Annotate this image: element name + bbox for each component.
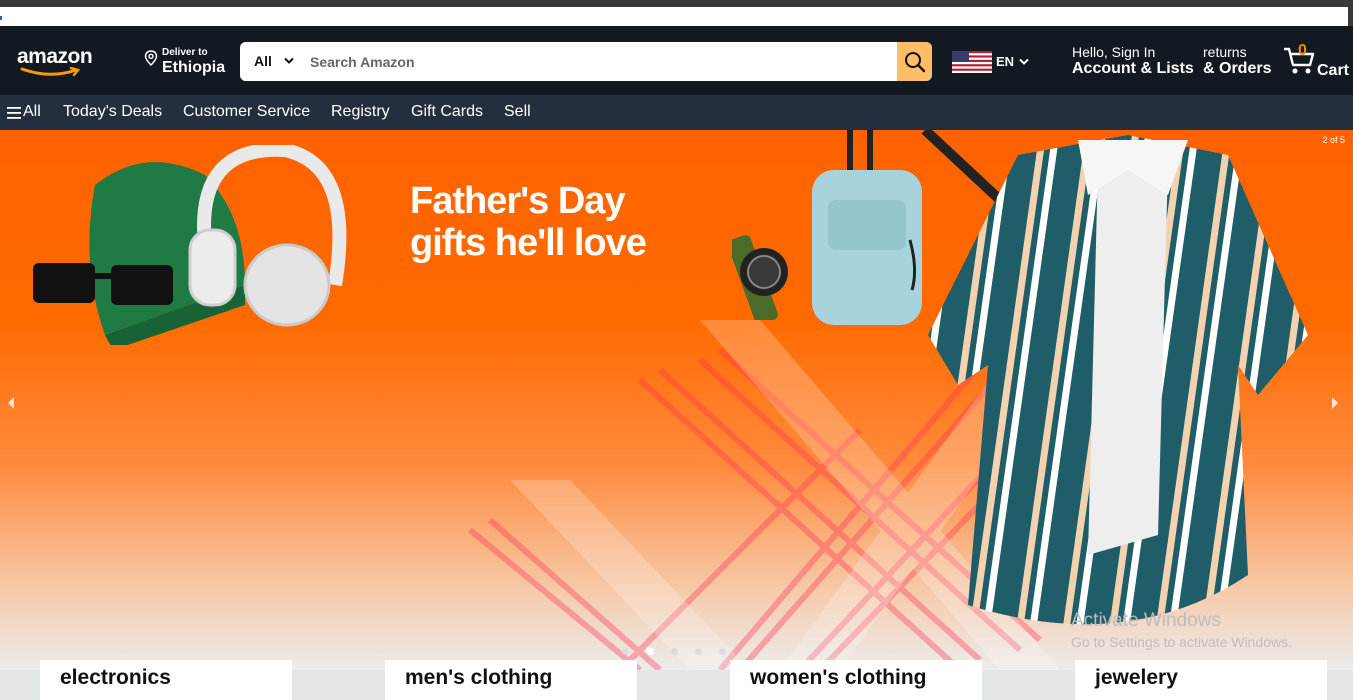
account-lists-label: Account & Lists: [1072, 60, 1194, 77]
hero-headline: Father's Day gifts he'll love: [410, 180, 647, 264]
category-card-title: men's clothing: [405, 666, 553, 689]
logo-text: amazon: [17, 45, 93, 68]
orders-label: & Orders: [1203, 60, 1272, 77]
language-label: EN: [996, 54, 1015, 69]
category-card-jewelery[interactable]: jewelery: [1075, 660, 1327, 700]
carousel-dots: [620, 647, 730, 658]
search-button[interactable]: [897, 42, 932, 81]
watch-image: [732, 235, 788, 320]
chevron-left-icon[interactable]: [6, 396, 16, 410]
category-card-electronics[interactable]: electronics: [40, 660, 292, 700]
browser-top-strip: [0, 0, 1353, 26]
top-navbar: amazon Deliver to Ethiopia All Search Am…: [0, 26, 1353, 95]
carousel-dot[interactable]: [695, 648, 702, 655]
search-bar: All: [240, 42, 932, 81]
chevron-down-icon: [284, 57, 294, 64]
chevron-down-icon: [1019, 58, 1029, 65]
category-card-title: electronics: [60, 666, 171, 689]
category-card-mens-clothing[interactable]: men's clothing: [385, 660, 637, 700]
nav-registry[interactable]: Registry: [331, 103, 390, 121]
returns-orders-link[interactable]: returns & Orders: [1203, 44, 1279, 82]
cart-link[interactable]: 0 Cart: [1283, 42, 1353, 84]
language-selector[interactable]: EN: [950, 48, 1032, 76]
carousel-dot[interactable]: [671, 648, 678, 655]
deliver-location: Ethiopia: [162, 59, 226, 76]
carousel-dot[interactable]: [719, 648, 726, 655]
search-category-label: All: [254, 53, 272, 69]
hero-carousel[interactable]: Father's Day gifts he'll love 2 of 5: [0, 130, 1353, 670]
category-card-title: women's clothing: [750, 666, 927, 689]
hero-headline-line1: Father's Day: [410, 180, 626, 222]
hamburger-icon[interactable]: [7, 107, 21, 119]
cart-label: Cart: [1317, 62, 1350, 79]
nav-customer-service[interactable]: Customer Service: [183, 103, 310, 121]
nav-sell[interactable]: Sell: [504, 103, 531, 121]
search-category-select[interactable]: All: [240, 42, 300, 81]
carousel-dot-active[interactable]: [646, 647, 654, 655]
search-input[interactable]: [302, 42, 896, 81]
account-greeting: Hello, Sign In: [1072, 44, 1156, 60]
location-pin-icon: [144, 50, 158, 66]
category-card-title: jewelery: [1095, 666, 1178, 689]
chevron-right-icon[interactable]: [1330, 396, 1340, 410]
carousel-dot[interactable]: [622, 648, 629, 655]
amazon-logo[interactable]: amazon: [12, 40, 96, 80]
account-menu[interactable]: Hello, Sign In Account & Lists: [1072, 44, 1196, 82]
watermark-subtitle: Go to Settings to activate Windows.: [1071, 634, 1292, 650]
beanie-glasses-headphones-image: [33, 145, 347, 345]
cart-count: 0: [1298, 42, 1307, 59]
browser-chrome-bar: [0, 0, 1353, 7]
hero-headline-line2: gifts he'll love: [410, 222, 647, 264]
search-icon: [905, 52, 926, 73]
nav-gift-cards[interactable]: Gift Cards: [411, 103, 483, 121]
focus-marker: [0, 16, 2, 20]
deliver-label: Deliver to: [162, 47, 208, 58]
us-flag-icon: [952, 51, 992, 73]
nav-todays-deals[interactable]: Today's Deals: [63, 103, 162, 121]
smile-arrow-icon: [20, 67, 81, 77]
striped-shirt-image: [928, 135, 1308, 625]
category-card-womens-clothing[interactable]: women's clothing: [730, 660, 982, 700]
watermark-title: Activate Windows: [1071, 610, 1221, 631]
returns-label: returns: [1203, 44, 1247, 60]
deliver-to[interactable]: Deliver to Ethiopia: [142, 42, 232, 82]
slide-counter: 2 of 5: [1322, 135, 1345, 145]
secondary-nav: All Today's Deals Customer Service Regis…: [0, 95, 1353, 130]
nav-all[interactable]: All: [23, 103, 41, 121]
windows-activation-watermark: Activate Windows Go to Settings to activ…: [1071, 610, 1292, 650]
scrollbar-edge: [1348, 7, 1353, 26]
